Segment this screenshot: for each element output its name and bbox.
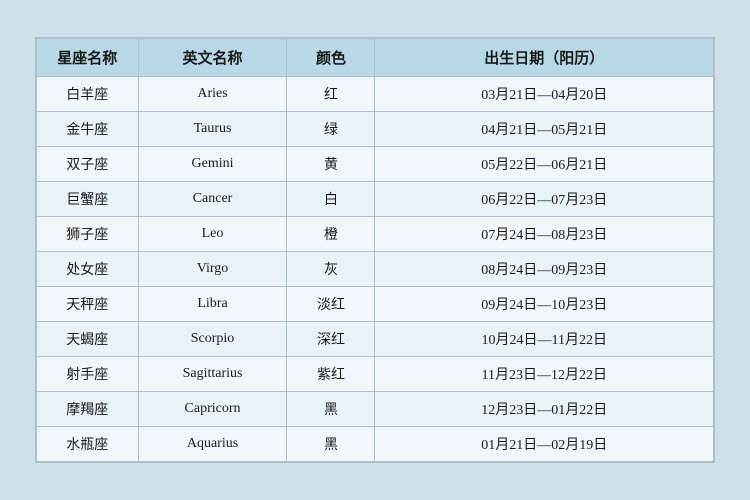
table-row: 双子座Gemini黄05月22日—06月21日 [37,147,714,182]
cell-chinese: 处女座 [37,252,139,287]
cell-chinese: 白羊座 [37,77,139,112]
table-row: 狮子座Leo橙07月24日—08月23日 [37,217,714,252]
cell-color: 黑 [287,427,375,462]
cell-chinese: 狮子座 [37,217,139,252]
cell-chinese: 金牛座 [37,112,139,147]
cell-date: 05月22日—06月21日 [375,147,714,182]
table-row: 巨蟹座Cancer白06月22日—07月23日 [37,182,714,217]
table-row: 天蝎座Scorpio深红10月24日—11月22日 [37,322,714,357]
cell-color: 淡红 [287,287,375,322]
cell-date: 08月24日—09月23日 [375,252,714,287]
table-row: 白羊座Aries红03月21日—04月20日 [37,77,714,112]
cell-chinese: 水瓶座 [37,427,139,462]
header-color: 颜色 [287,39,375,77]
cell-date: 06月22日—07月23日 [375,182,714,217]
cell-color: 绿 [287,112,375,147]
cell-english: Gemini [138,147,287,182]
cell-english: Sagittarius [138,357,287,392]
cell-english: Scorpio [138,322,287,357]
cell-color: 白 [287,182,375,217]
cell-date: 09月24日—10月23日 [375,287,714,322]
table-row: 水瓶座Aquarius黑01月21日—02月19日 [37,427,714,462]
cell-date: 12月23日—01月22日 [375,392,714,427]
table-row: 天秤座Libra淡红09月24日—10月23日 [37,287,714,322]
cell-date: 01月21日—02月19日 [375,427,714,462]
cell-date: 03月21日—04月20日 [375,77,714,112]
cell-chinese: 天蝎座 [37,322,139,357]
table-header-row: 星座名称 英文名称 颜色 出生日期（阳历） [37,39,714,77]
cell-english: Cancer [138,182,287,217]
cell-english: Leo [138,217,287,252]
cell-date: 07月24日—08月23日 [375,217,714,252]
cell-english: Aries [138,77,287,112]
header-english: 英文名称 [138,39,287,77]
cell-color: 黑 [287,392,375,427]
zodiac-table-container: 星座名称 英文名称 颜色 出生日期（阳历） 白羊座Aries红03月21日—04… [35,37,715,463]
cell-date: 10月24日—11月22日 [375,322,714,357]
header-date: 出生日期（阳历） [375,39,714,77]
header-chinese: 星座名称 [37,39,139,77]
cell-color: 紫红 [287,357,375,392]
cell-color: 深红 [287,322,375,357]
cell-chinese: 摩羯座 [37,392,139,427]
cell-chinese: 双子座 [37,147,139,182]
cell-date: 11月23日—12月22日 [375,357,714,392]
zodiac-table: 星座名称 英文名称 颜色 出生日期（阳历） 白羊座Aries红03月21日—04… [36,38,714,462]
cell-english: Virgo [138,252,287,287]
cell-chinese: 射手座 [37,357,139,392]
cell-english: Taurus [138,112,287,147]
table-row: 射手座Sagittarius紫红11月23日—12月22日 [37,357,714,392]
cell-english: Libra [138,287,287,322]
table-row: 摩羯座Capricorn黑12月23日—01月22日 [37,392,714,427]
cell-color: 灰 [287,252,375,287]
cell-chinese: 天秤座 [37,287,139,322]
cell-color: 橙 [287,217,375,252]
cell-english: Capricorn [138,392,287,427]
cell-color: 红 [287,77,375,112]
cell-chinese: 巨蟹座 [37,182,139,217]
cell-color: 黄 [287,147,375,182]
table-row: 处女座Virgo灰08月24日—09月23日 [37,252,714,287]
table-row: 金牛座Taurus绿04月21日—05月21日 [37,112,714,147]
cell-english: Aquarius [138,427,287,462]
cell-date: 04月21日—05月21日 [375,112,714,147]
table-body: 白羊座Aries红03月21日—04月20日金牛座Taurus绿04月21日—0… [37,77,714,462]
